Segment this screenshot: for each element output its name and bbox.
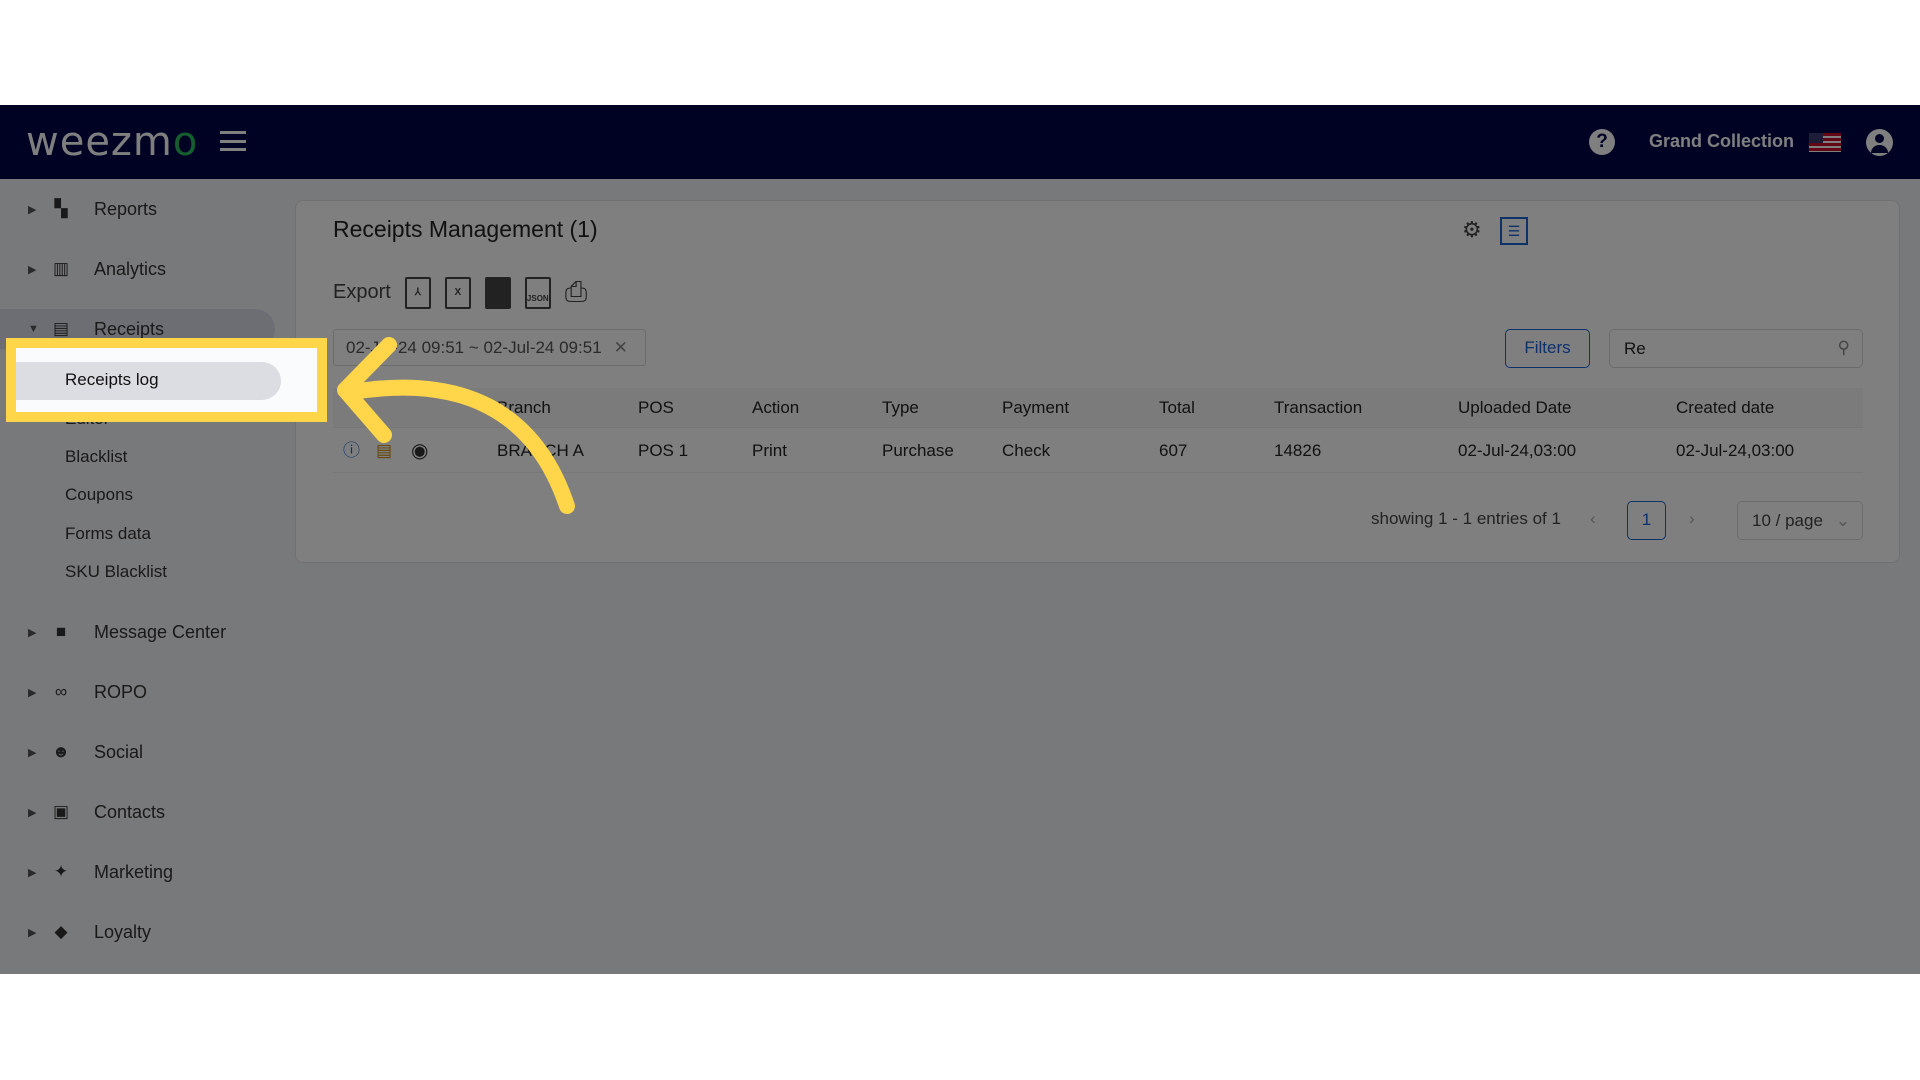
- highlight-box: [6, 338, 327, 422]
- subitem-receipts-log[interactable]: Receipts log: [65, 370, 159, 390]
- dim-overlay: [0, 105, 1920, 974]
